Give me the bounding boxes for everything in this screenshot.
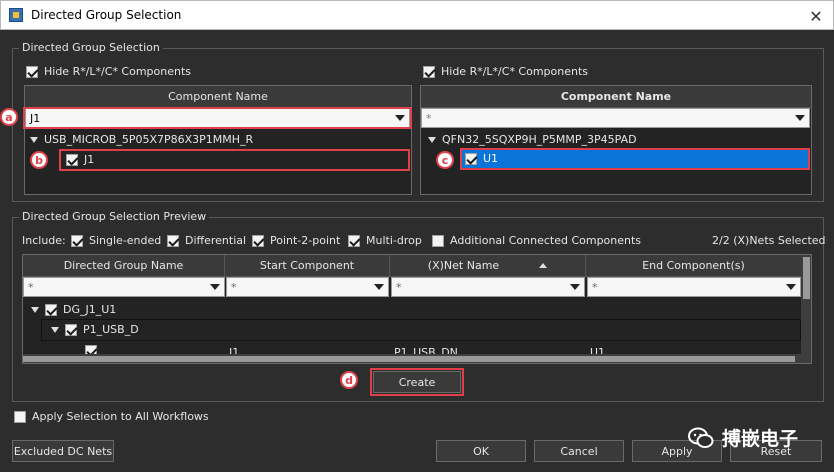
table-row[interactable]: P1_USB_D — [51, 323, 139, 336]
checkbox-icon[interactable] — [45, 303, 57, 316]
hide-rlc-left[interactable]: Hide R*/L*/C* Components — [26, 65, 191, 78]
filter-net[interactable]: * — [391, 277, 585, 297]
group-title: Directed Group Selection — [19, 41, 163, 54]
hide-rlc-left-label: Hide R*/L*/C* Components — [44, 65, 192, 78]
highlight-d — [370, 368, 464, 396]
checkbox-icon[interactable] — [167, 234, 179, 247]
include-single-ended[interactable]: Single-ended — [71, 234, 161, 247]
col-net-label: (X)Net Name — [427, 259, 500, 272]
filter-group-name[interactable]: * — [23, 277, 225, 297]
filter-end[interactable]: * — [587, 277, 801, 297]
right-column-header[interactable]: Component Name — [421, 86, 811, 108]
differential-label: Differential — [185, 234, 247, 247]
checkbox-icon[interactable] — [423, 65, 435, 78]
badge-d: d — [340, 371, 358, 389]
expand-triangle-icon[interactable] — [30, 136, 38, 143]
checkbox-icon[interactable] — [26, 65, 38, 78]
apply-all-workflows[interactable]: Apply Selection to All Workflows — [14, 410, 209, 423]
hide-rlc-right[interactable]: Hide R*/L*/C* Components — [423, 65, 588, 78]
end-component-cell: U1 — [590, 346, 606, 354]
dropdown-arrow-icon[interactable] — [786, 284, 796, 290]
left-component-group[interactable]: USB_MICROB_5P05X7P86X3P1MMH_R — [30, 133, 253, 146]
watermark: 搏嵌电子 — [688, 424, 798, 451]
group-name-cell: DG_J1_U1 — [63, 303, 117, 316]
include-label: Include: — [22, 234, 66, 247]
table-row[interactable]: DG_J1_U1 — [31, 303, 116, 316]
checkbox-icon[interactable] — [432, 234, 444, 247]
filter-value: * — [396, 280, 402, 294]
preview-grid: Directed Group Name Start Component (X)N… — [22, 254, 812, 364]
net-name-cell: P1_USB_DN — [394, 346, 458, 354]
scrollbar-thumb[interactable] — [23, 356, 795, 362]
ok-button[interactable]: OK — [436, 440, 526, 462]
app-icon — [9, 8, 23, 22]
left-group-label: USB_MICROB_5P05X7P86X3P1MMH_R — [44, 133, 254, 146]
col-header-end[interactable]: End Component(s) — [586, 255, 802, 277]
checkbox-icon[interactable] — [85, 345, 97, 354]
filter-start[interactable]: * — [226, 277, 389, 297]
single-ended-label: Single-ended — [89, 234, 162, 247]
scrollbar-thumb[interactable] — [803, 257, 810, 299]
include-multi-drop[interactable]: Multi-drop — [348, 234, 422, 247]
horizontal-scrollbar[interactable] — [23, 354, 801, 363]
badge-b: b — [30, 151, 48, 169]
include-differential[interactable]: Differential — [167, 234, 246, 247]
vertical-scrollbar[interactable] — [801, 255, 811, 363]
dropdown-arrow-icon[interactable] — [795, 115, 805, 121]
left-column-header[interactable]: Component Name — [25, 86, 411, 108]
expand-triangle-icon[interactable] — [428, 136, 436, 143]
checkbox-icon[interactable] — [65, 323, 77, 336]
hide-rlc-right-label: Hide R*/L*/C* Components — [441, 65, 589, 78]
right-filter-value: * — [426, 111, 432, 125]
expand-triangle-icon[interactable] — [31, 306, 39, 313]
subgroup-name-cell: P1_USB_D — [83, 323, 139, 336]
additional-components-label: Additional Connected Components — [450, 234, 642, 247]
subgroup-row-frame — [41, 319, 801, 341]
highlight-c — [460, 148, 810, 170]
checkbox-icon[interactable] — [348, 234, 360, 247]
highlight-b — [59, 149, 410, 171]
window-title: Directed Group Selection — [31, 8, 182, 22]
point-2-point-label: Point-2-point — [270, 234, 341, 247]
checkbox-icon[interactable] — [252, 234, 264, 247]
badge-c: c — [436, 151, 454, 169]
close-icon[interactable]: ✕ — [807, 7, 825, 26]
dropdown-arrow-icon[interactable] — [570, 284, 580, 290]
table-row[interactable] — [85, 345, 97, 354]
expand-triangle-icon[interactable] — [51, 326, 59, 333]
cancel-button[interactable]: Cancel — [534, 440, 624, 462]
col-group-name-label: Directed Group Name — [63, 259, 184, 272]
filter-value: * — [592, 280, 598, 294]
checkbox-icon[interactable] — [14, 410, 26, 423]
start-component-cell: J1 — [229, 346, 240, 354]
checkbox-icon[interactable] — [71, 234, 83, 247]
apply-all-label: Apply Selection to All Workflows — [32, 410, 209, 423]
filter-value: * — [28, 280, 34, 294]
right-group-label: QFN32_5SQXP9H_P5MMP_3P45PAD — [442, 133, 637, 146]
dropdown-arrow-icon[interactable] — [210, 284, 220, 290]
dropdown-arrow-icon[interactable] — [374, 284, 384, 290]
include-additional-components[interactable]: Additional Connected Components — [432, 234, 641, 247]
col-end-label: End Component(s) — [642, 259, 745, 272]
right-component-group[interactable]: QFN32_5SQXP9H_P5MMP_3P45PAD — [428, 133, 637, 146]
filter-value: * — [231, 280, 237, 294]
watermark-text: 搏嵌电子 — [722, 428, 799, 450]
col-header-group-name[interactable]: Directed Group Name — [23, 255, 225, 277]
nets-selected-status: 2/2 (X)Nets Selected — [712, 234, 826, 247]
include-point-2-point[interactable]: Point-2-point — [252, 234, 340, 247]
title-bar: Directed Group Selection ✕ — [0, 0, 834, 30]
col-start-label: Start Component — [259, 259, 355, 272]
excluded-dc-nets-button[interactable]: Excluded DC Nets — [12, 440, 114, 462]
col-header-net[interactable]: (X)Net Name — [390, 255, 586, 277]
highlight-a — [23, 107, 412, 129]
wechat-icon — [688, 427, 714, 448]
right-filter-dropdown[interactable]: * — [421, 108, 810, 128]
col-header-start[interactable]: Start Component — [225, 255, 390, 277]
sort-ascending-icon — [539, 263, 548, 268]
badge-a: a — [0, 108, 18, 126]
preview-group-title: Directed Group Selection Preview — [19, 210, 210, 223]
multi-drop-label: Multi-drop — [366, 234, 422, 247]
